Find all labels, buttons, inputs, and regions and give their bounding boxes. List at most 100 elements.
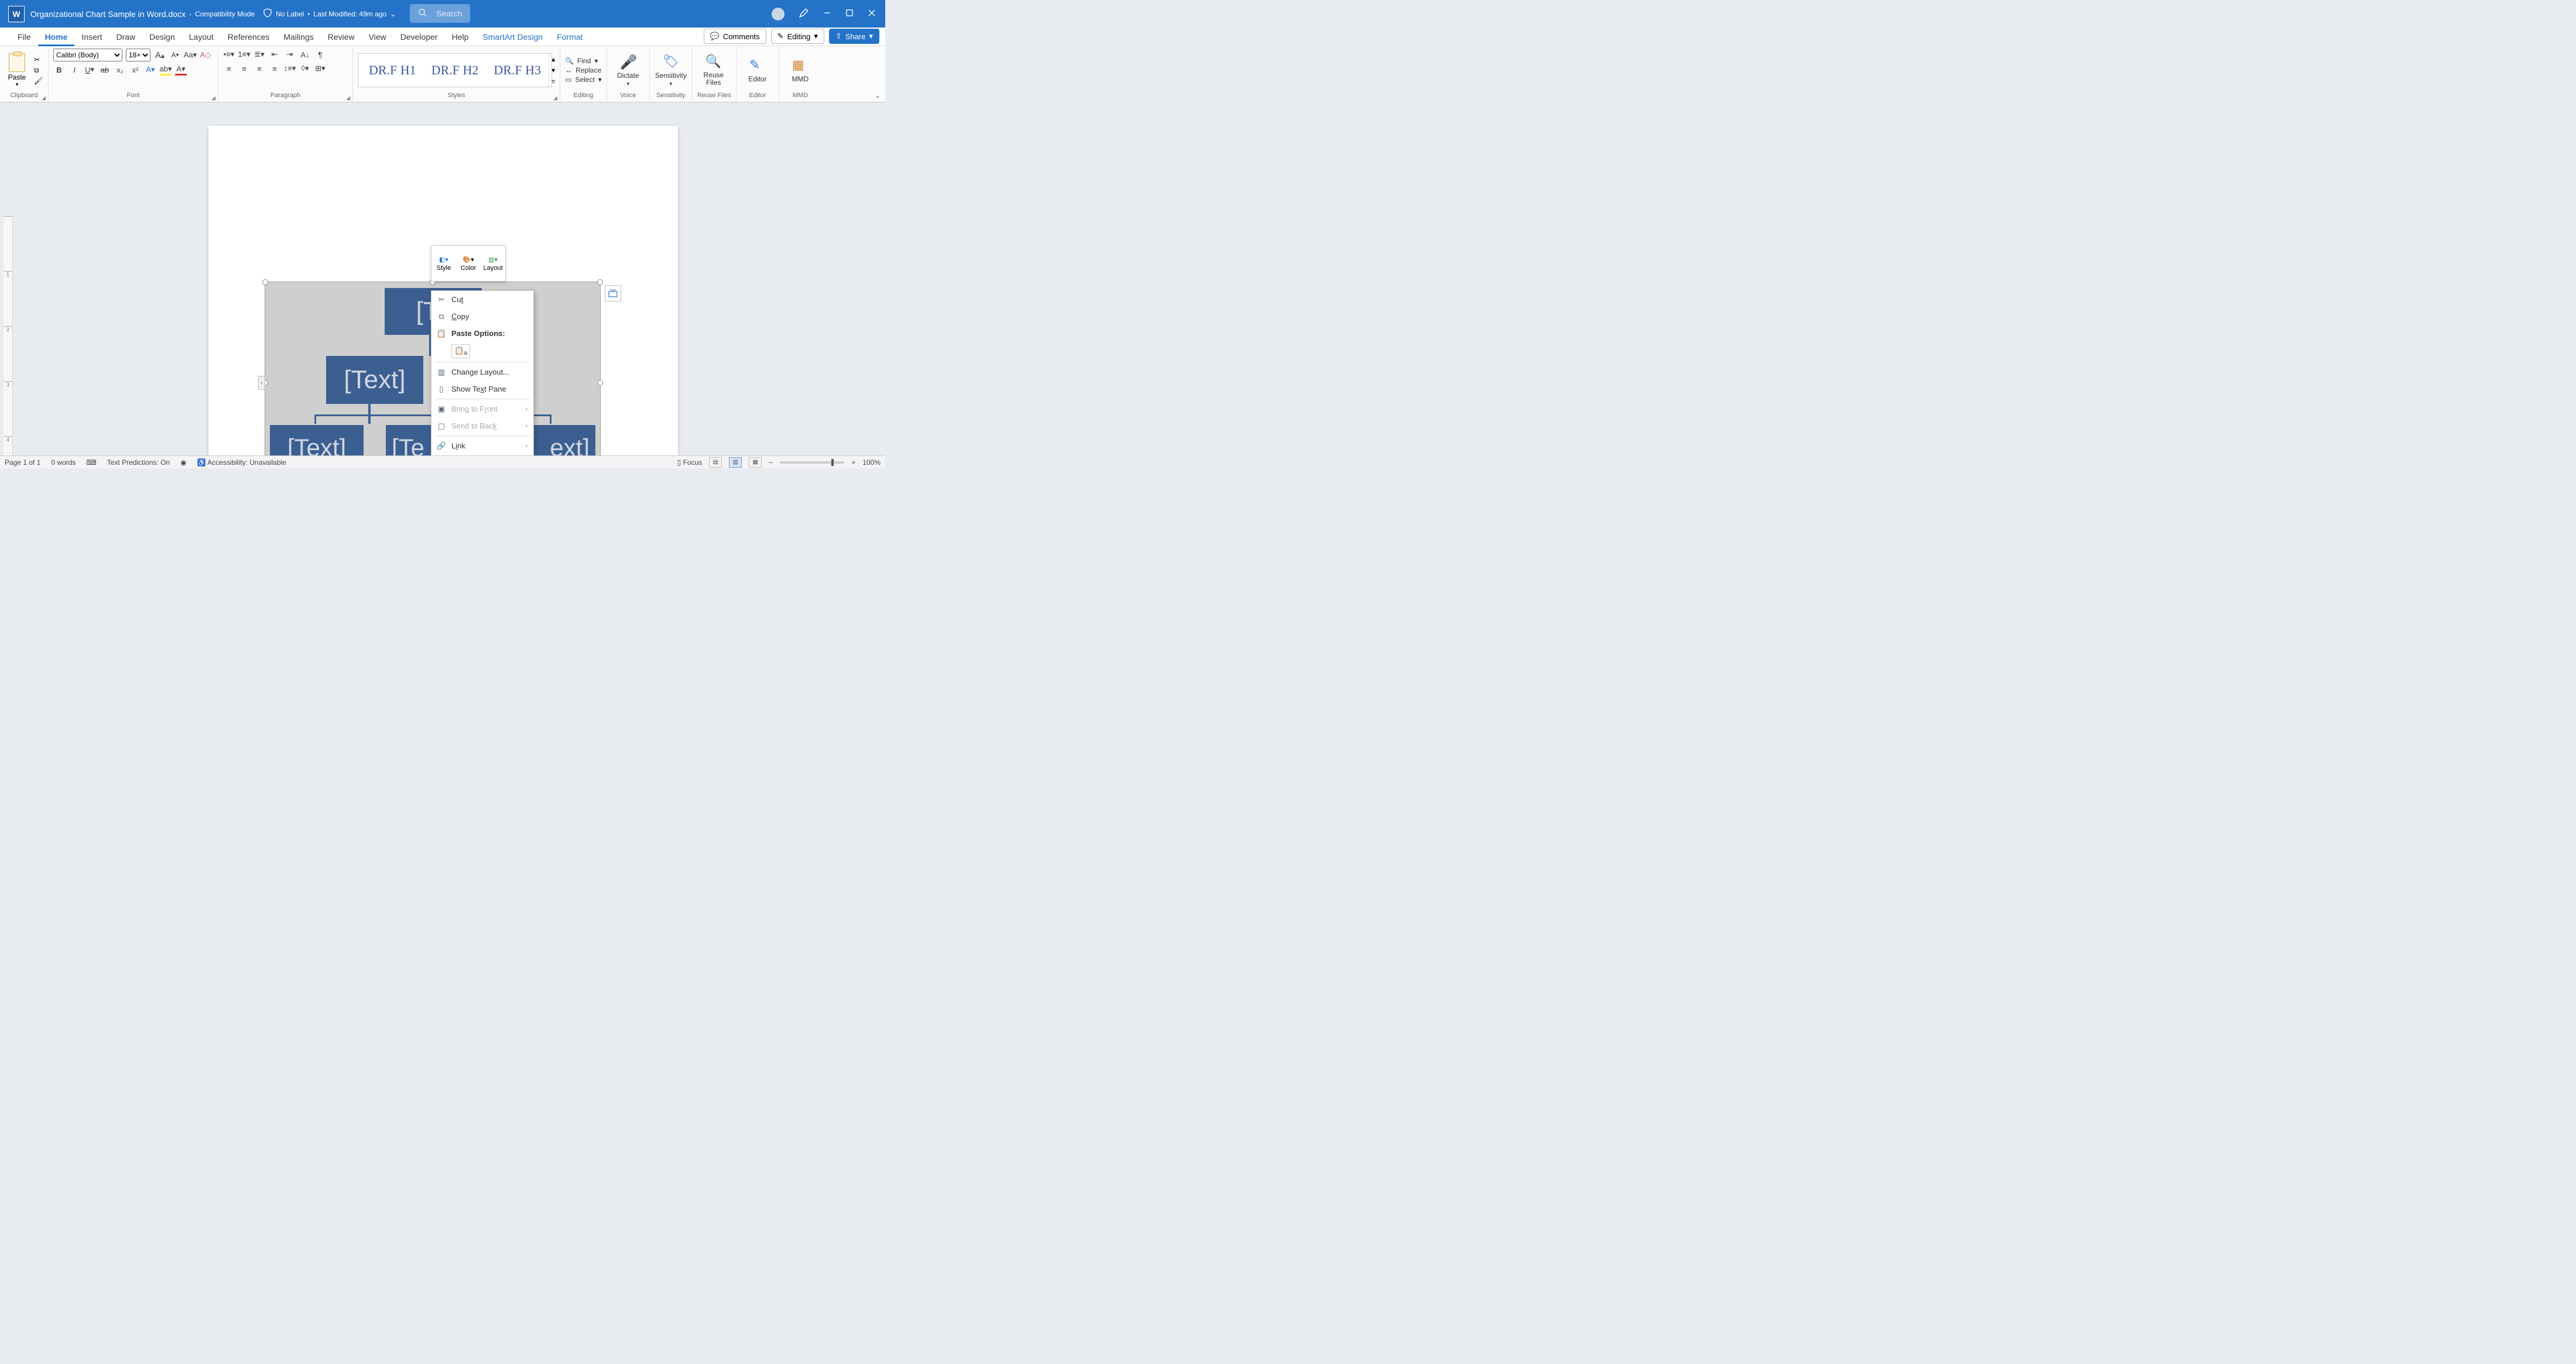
italic-icon[interactable]: I (68, 64, 80, 76)
accessibility-status[interactable]: ♿ Accessibility: Unavailable (197, 458, 286, 467)
last-modified[interactable]: Last Modified: 49m ago (313, 10, 386, 18)
word-count[interactable]: 0 words (51, 458, 76, 467)
numbering-icon[interactable]: 1≡▾ (238, 49, 250, 60)
change-case-icon[interactable]: Aa▾ (184, 49, 196, 61)
zoom-level[interactable]: 100% (862, 458, 881, 467)
page-count[interactable]: Page 1 of 1 (5, 458, 40, 467)
superscript-icon[interactable]: x² (129, 64, 141, 76)
print-layout-icon[interactable]: ▥ (729, 457, 742, 468)
select-button[interactable]: ▭ Select ▾ (565, 76, 602, 84)
smartart-node[interactable]: [Text] (326, 356, 423, 404)
zoom-out-icon[interactable]: − (769, 458, 773, 467)
tab-review[interactable]: Review (321, 28, 362, 46)
find-button[interactable]: 🔍 Find ▾ (565, 57, 602, 65)
share-button[interactable]: ⇧ Share ▾ (829, 29, 879, 44)
copy-icon[interactable]: ⧉ (34, 66, 43, 74)
strikethrough-icon[interactable]: ab (99, 64, 111, 76)
dialog-launcher-icon[interactable]: ◢ (42, 95, 46, 101)
align-center-icon[interactable]: ≡ (238, 63, 250, 74)
zoom-slider[interactable] (780, 461, 844, 464)
style-item[interactable]: DR.F H3 (494, 63, 541, 78)
reuse-files-button[interactable]: 🔍 Reuse Files (697, 54, 730, 87)
bullets-icon[interactable]: •≡▾ (223, 49, 235, 60)
highlight-icon[interactable]: ab▾ (160, 64, 172, 76)
editing-mode-button[interactable]: ✎ Editing ▾ (771, 29, 824, 44)
sensitivity-button[interactable]: 🏷 Sensitivity▾ (655, 54, 687, 87)
smartart-node[interactable]: [Text] (270, 425, 364, 455)
tab-insert[interactable]: Insert (74, 28, 109, 46)
tab-home[interactable]: Home (38, 28, 75, 46)
increase-indent-icon[interactable]: ⇥ (284, 49, 296, 60)
clear-formatting-icon[interactable]: A◇ (200, 49, 211, 61)
tab-format[interactable]: Format (550, 28, 590, 46)
ctx-cut[interactable]: ✂Cut (431, 291, 533, 308)
mini-color-button[interactable]: 🎨▾ Color (456, 246, 481, 281)
font-color-icon[interactable]: A▾ (175, 64, 187, 76)
maximize-button[interactable] (845, 9, 854, 19)
text-pane-toggle[interactable]: ‹ (258, 376, 265, 390)
focus-mode[interactable]: ▯ Focus (677, 458, 703, 467)
dictate-button[interactable]: 🎤 Dictate▾ (612, 54, 645, 87)
mini-layout-button[interactable]: ▥▾ Layout (481, 246, 505, 281)
replace-button[interactable]: ↔ Replace (565, 66, 602, 74)
tab-developer[interactable]: Developer (393, 28, 445, 46)
style-item[interactable]: DR.F H1 (369, 63, 416, 78)
tab-design[interactable]: Design (142, 28, 182, 46)
tab-mailings[interactable]: Mailings (276, 28, 320, 46)
ctx-change-layout[interactable]: ▥Change Layout... (431, 364, 533, 381)
text-effects-icon[interactable]: A▾ (145, 64, 156, 76)
ctx-link[interactable]: 🔗Link› (431, 437, 533, 454)
tab-smartart-design[interactable]: SmartArt Design (475, 28, 550, 46)
editor-button[interactable]: ✎ Editor (741, 57, 774, 83)
ctx-copy[interactable]: ⧉Copy (431, 308, 533, 325)
styles-more[interactable]: ▴▾▿ (549, 53, 555, 87)
collapse-ribbon-icon[interactable]: ⌄ (875, 91, 881, 100)
bold-icon[interactable]: B (53, 64, 65, 76)
sensitivity-label[interactable]: No Label (276, 10, 304, 18)
shading-icon[interactable]: ◊▾ (299, 63, 311, 74)
sort-icon[interactable]: A↓ (299, 49, 311, 60)
tab-view[interactable]: View (362, 28, 393, 46)
web-layout-icon[interactable]: ▦ (749, 457, 762, 468)
macro-recorder-icon[interactable]: ◉ (180, 458, 186, 467)
resize-handle[interactable] (262, 279, 268, 285)
font-name-select[interactable]: Calibri (Body) (53, 49, 122, 61)
tab-help[interactable]: Help (445, 28, 476, 46)
chevron-down-icon[interactable]: ⌄ (390, 10, 396, 18)
cut-icon[interactable]: ✂ (34, 56, 43, 64)
shrink-font-icon[interactable]: A▾ (169, 49, 181, 61)
underline-icon[interactable]: U▾ (84, 64, 95, 76)
decrease-indent-icon[interactable]: ⇤ (269, 49, 280, 60)
pen-icon[interactable] (799, 8, 809, 20)
grow-font-icon[interactable]: A▴ (154, 49, 166, 61)
resize-handle[interactable] (597, 380, 603, 386)
format-painter-icon[interactable]: 🖌 (34, 77, 43, 85)
read-mode-icon[interactable]: ▤ (709, 457, 722, 468)
layout-options-icon[interactable] (605, 285, 621, 301)
minimize-button[interactable] (823, 9, 831, 19)
comments-button[interactable]: 💬 Comments (704, 29, 766, 44)
justify-icon[interactable]: ≡ (269, 63, 280, 74)
borders-icon[interactable]: ⊞▾ (314, 63, 326, 74)
ctx-show-text-pane[interactable]: ▯Show Text Pane (431, 381, 533, 397)
font-size-select[interactable]: 18+ (126, 49, 150, 61)
tab-draw[interactable]: Draw (109, 28, 142, 46)
mini-style-button[interactable]: ◧▾ Style (431, 246, 456, 281)
align-left-icon[interactable]: ≡ (223, 63, 235, 74)
tab-layout[interactable]: Layout (182, 28, 221, 46)
zoom-in-icon[interactable]: + (851, 458, 855, 467)
search-box[interactable]: Search (410, 4, 470, 23)
show-marks-icon[interactable]: ¶ (314, 49, 326, 60)
tab-references[interactable]: References (221, 28, 277, 46)
subscript-icon[interactable]: x₂ (114, 64, 126, 76)
close-button[interactable] (868, 9, 876, 19)
line-spacing-icon[interactable]: ↕≡▾ (284, 63, 296, 74)
multilevel-list-icon[interactable]: ≣▾ (254, 49, 265, 60)
vertical-ruler[interactable]: 1234 (4, 216, 13, 455)
align-right-icon[interactable]: ≡ (254, 63, 265, 74)
paste-button[interactable]: Paste ▾ (5, 53, 29, 88)
styles-gallery[interactable]: DR.F H1 DR.F H2 DR.F H3 (358, 53, 552, 87)
style-item[interactable]: DR.F H2 (431, 63, 479, 78)
paste-option-keep-text-icon[interactable]: 📋A (451, 344, 470, 358)
text-predictions[interactable]: Text Predictions: On (107, 458, 170, 467)
